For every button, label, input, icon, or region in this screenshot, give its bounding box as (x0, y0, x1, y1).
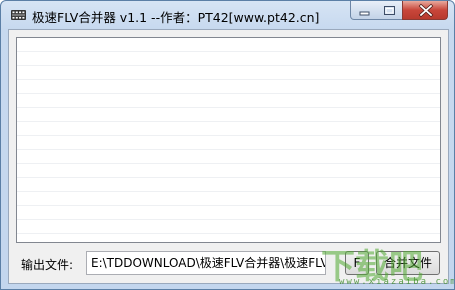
browse-button[interactable]: F (345, 251, 369, 275)
close-button[interactable] (402, 1, 448, 20)
output-path-input[interactable]: E:\TDDOWNLOAD\极速FLV合并器\极速FLV (86, 251, 326, 275)
app-window: 极速FLV合并器 v1.1 --作者：PT42[www.pt42.cn] 输出文… (0, 0, 455, 290)
title-bar[interactable]: 极速FLV合并器 v1.1 --作者：PT42[www.pt42.cn] (1, 1, 454, 29)
film-strip-icon (10, 7, 27, 23)
close-icon (418, 3, 434, 18)
minimize-icon (359, 11, 370, 16)
merge-files-button[interactable]: 合并文件 (376, 251, 440, 275)
minimize-button[interactable] (350, 1, 377, 20)
window-title: 极速FLV合并器 v1.1 --作者：PT42[www.pt42.cn] (32, 10, 320, 25)
client-area: 输出文件: E:\TDDOWNLOAD\极速FLV合并器\极速FLV F 合并文… (8, 29, 449, 284)
file-list[interactable] (16, 37, 441, 243)
maximize-icon (384, 6, 395, 15)
output-file-label: 输出文件: (21, 258, 74, 272)
maximize-button[interactable] (376, 1, 403, 20)
